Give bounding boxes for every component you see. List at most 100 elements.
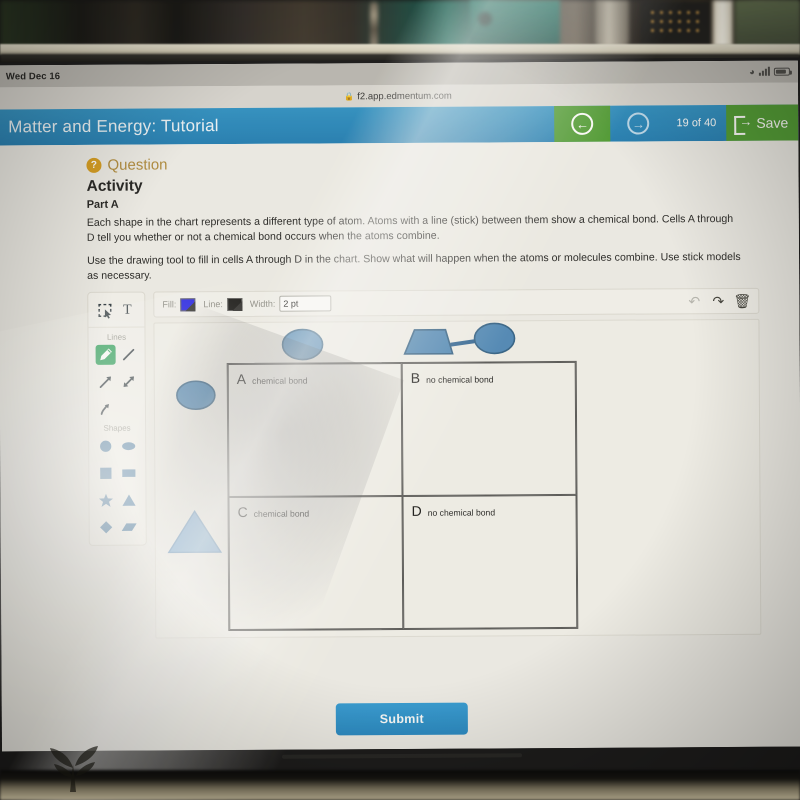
circle-atom-row-header (176, 380, 216, 411)
curved-arrow-tool[interactable] (95, 399, 115, 419)
fill-color-swatch[interactable] (180, 297, 196, 311)
app-header: Matter and Energy: Tutorial ← → 19 of 40… (0, 104, 799, 146)
line-color-group[interactable]: Line: (203, 297, 242, 311)
chart-cell-a[interactable]: A chemical bond (227, 363, 403, 498)
activity-heading: Activity (86, 177, 143, 195)
single-arrow-tool[interactable] (95, 372, 115, 392)
lock-icon: 🔒 (344, 91, 355, 101)
width-input[interactable]: 2 pt (279, 295, 332, 312)
question-mark-icon: ? (86, 157, 102, 173)
parallelogram-icon (121, 522, 137, 531)
page-title: Matter and Energy: Tutorial (8, 116, 219, 137)
star-shape-tool[interactable] (96, 490, 116, 510)
canvas-area: Fill: Line: Width: 2 pt ↶ ↷ 🗑 A chemical… (153, 287, 762, 639)
cell-label: no chemical bond (426, 374, 494, 385)
select-marquee-icon[interactable] (95, 301, 115, 321)
cell-letter: A (236, 371, 247, 388)
drawing-canvas[interactable]: A chemical bond B no chemical bond C che… (153, 318, 762, 639)
page-counter: 19 of 40 (666, 117, 726, 129)
tool-palette: T Lines Shapes (87, 291, 147, 547)
double-arrow-icon (123, 376, 134, 388)
chart-cell-c[interactable]: C chemical bond (228, 496, 404, 631)
arrow-right-circle-icon: → (627, 112, 650, 135)
exit-arrow-icon (734, 115, 750, 130)
text-tool-label: T (123, 302, 132, 318)
save-button-label: Save (756, 114, 789, 131)
background-spindle (370, 2, 378, 47)
line-label: Line: (203, 299, 223, 310)
desk-foreground (0, 770, 800, 800)
triangle-shape-tool[interactable] (119, 490, 139, 510)
cell-letter: B (410, 370, 421, 387)
question-badge-row: ? Question (86, 153, 758, 174)
straight-line-tool[interactable] (118, 345, 138, 365)
fill-label: Fill: (162, 299, 177, 310)
freehand-pencil-tool[interactable] (95, 344, 116, 365)
photo-of-tablet-screen: Wed Dec 16 ◕ 🔒 f2.app.edmentum.com Matte… (0, 0, 800, 800)
url-text: f2.app.edmentum.com (357, 90, 452, 102)
save-button[interactable]: Save (726, 104, 799, 142)
drawing-toolbar: Fill: Line: Width: 2 pt ↶ ↷ 🗑 (153, 287, 760, 318)
line-icon (122, 349, 134, 361)
molecule-header (403, 322, 516, 355)
question-label: Question (107, 156, 168, 174)
star-icon (98, 493, 114, 507)
arrow-icon (99, 376, 111, 389)
chart-cell-d[interactable]: D no chemical bond (402, 495, 578, 630)
page-of-label: of (691, 117, 702, 130)
square-shape-tool[interactable] (96, 463, 116, 483)
drawing-tool-widget: T Lines Shapes Fill: Line: Width: 2 pt ↶… (87, 287, 762, 639)
ellipse-shape-tool[interactable] (119, 436, 139, 456)
text-tool[interactable]: T (117, 301, 137, 321)
lines-tool-grid (89, 344, 145, 419)
line-color-swatch[interactable] (226, 297, 242, 311)
shapes-section-label: Shapes (103, 423, 131, 433)
circle-icon (100, 440, 112, 452)
fill-color-group[interactable]: Fill: (162, 297, 196, 311)
arrow-left-circle-icon: ← (571, 112, 594, 135)
background-green-object (735, 0, 800, 47)
tablet-screen: Wed Dec 16 ◕ 🔒 f2.app.edmentum.com Matte… (0, 60, 800, 752)
select-marquee-glyph (97, 303, 111, 319)
cell-letter: D (411, 502, 422, 520)
background-light-dots (648, 8, 704, 38)
trash-can-icon[interactable]: 🗑 (733, 292, 751, 309)
previous-page-button[interactable]: ← (554, 105, 611, 143)
diamond-shape-tool[interactable] (96, 517, 116, 537)
content-area: ? Question Activity Part A Each shape in… (0, 140, 800, 752)
cell-letter: C (237, 504, 248, 521)
page-current: 19 (676, 117, 689, 130)
double-arrow-tool[interactable] (118, 372, 138, 392)
ellipse-icon (122, 441, 136, 450)
chart-cell-b[interactable]: B no chemical bond (401, 362, 577, 497)
diamond-icon (100, 520, 113, 534)
page-total: 40 (704, 117, 717, 130)
pencil-icon (99, 348, 112, 361)
submit-button[interactable]: Submit (335, 702, 469, 736)
circle-shape-tool[interactable] (96, 436, 116, 456)
triangle-atom-row-header (167, 510, 223, 554)
part-label: Part A (86, 198, 119, 211)
rectangle-icon (122, 468, 136, 477)
submit-row: Submit (2, 701, 800, 738)
background-teal-dot (478, 12, 492, 26)
triangle-icon (122, 494, 136, 506)
cell-label: chemical bond (253, 508, 310, 520)
cell-label: chemical bond (252, 375, 308, 387)
rectangle-shape-tool[interactable] (119, 463, 139, 483)
next-page-button[interactable]: → (610, 105, 666, 141)
bond-chart-table: A chemical bond B no chemical bond C che… (226, 361, 579, 632)
instruction-paragraph-2: Use the drawing tool to fill in cells A … (87, 250, 741, 283)
background-lamp (713, 0, 733, 47)
parallelogram-shape-tool[interactable] (119, 517, 139, 537)
shapes-tool-grid (89, 436, 146, 537)
status-bar-datetime: Wed Dec 16 (5, 70, 61, 82)
redo-arrow-icon[interactable]: ↷ (710, 293, 726, 309)
lines-section-label: Lines (106, 332, 127, 342)
width-group[interactable]: Width: 2 pt (250, 295, 332, 312)
undo-arrow-icon[interactable]: ↶ (686, 293, 702, 309)
square-icon (100, 467, 112, 479)
battery-icon (773, 67, 790, 76)
background-vase (595, 0, 629, 47)
